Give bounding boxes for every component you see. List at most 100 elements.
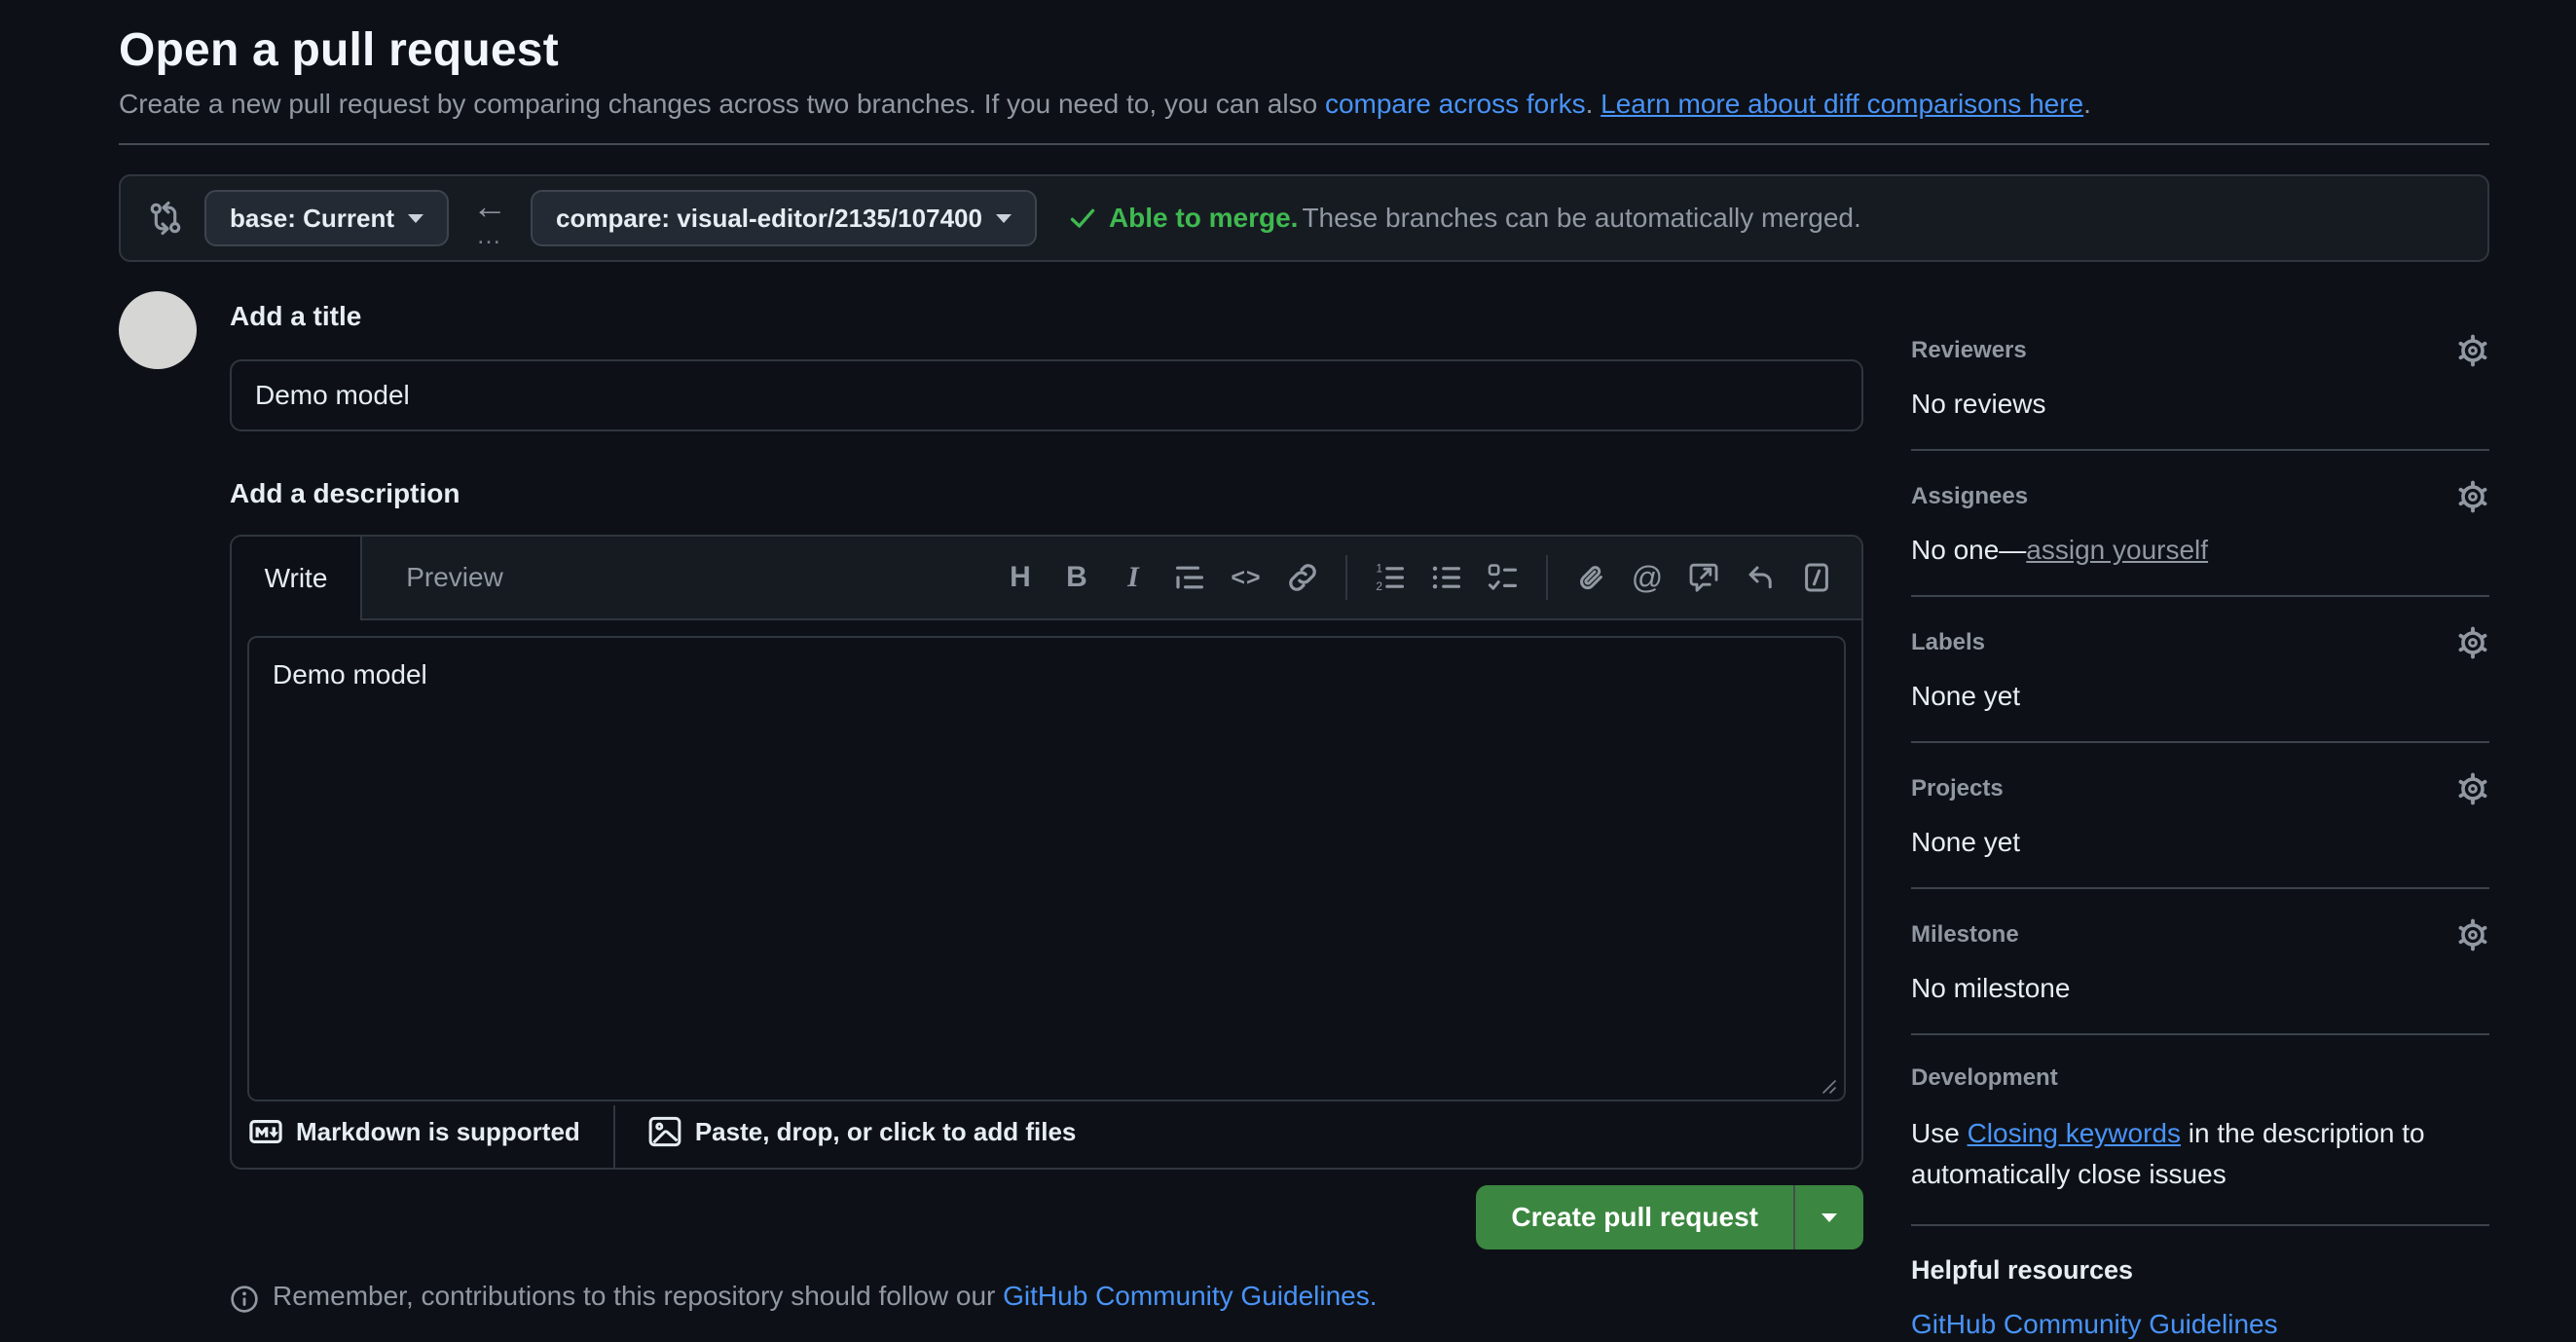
- community-guidelines-link[interactable]: GitHub Community Guidelines: [1003, 1281, 1370, 1311]
- form-actions: Create pull request: [230, 1185, 1863, 1249]
- tab-preview[interactable]: Preview: [362, 537, 547, 618]
- mention-icon[interactable]: @: [1622, 552, 1673, 603]
- development-label: Development: [1911, 1064, 2058, 1092]
- base-branch-selector[interactable]: base: Current: [204, 190, 449, 246]
- toolbar-separator: [1546, 555, 1548, 600]
- helpful-guidelines-link[interactable]: GitHub Community Guidelines: [1911, 1309, 2489, 1340]
- helpful-resources-section: Helpful resources GitHub Community Guide…: [1911, 1255, 2489, 1342]
- compare-branch-selector[interactable]: compare: visual-editor/2135/107400: [531, 190, 1037, 246]
- markdown-supported-label: Markdown is supported: [296, 1117, 580, 1147]
- ellipsis-icon: …: [476, 222, 503, 247]
- title-input[interactable]: [230, 359, 1863, 431]
- subtitle-separator: .: [1586, 89, 1601, 119]
- labels-label: Labels: [1911, 629, 1985, 656]
- projects-label: Projects: [1911, 775, 2004, 802]
- title-label: Add a title: [230, 301, 1863, 332]
- image-icon: [648, 1115, 681, 1148]
- compare-across-forks-link[interactable]: compare across forks: [1325, 89, 1586, 119]
- assignees-section: Assignees No one—assign yourself: [1911, 480, 2489, 597]
- milestone-label: Milestone: [1911, 921, 2019, 949]
- chevron-down-icon: [996, 214, 1012, 223]
- subtitle-text: Create a new pull request by comparing c…: [119, 89, 1325, 119]
- git-compare-icon: [148, 201, 183, 236]
- projects-value: None yet: [1911, 827, 2489, 858]
- markdown-editor: Write Preview H B I: [230, 535, 1863, 1170]
- reviewers-section: Reviewers No reviews: [1911, 334, 2489, 451]
- heading-icon[interactable]: H: [995, 552, 1046, 603]
- resize-grip-icon[interactable]: [1819, 1076, 1838, 1096]
- gear-icon[interactable]: [2456, 626, 2489, 659]
- reply-icon[interactable]: [1735, 552, 1785, 603]
- link-icon[interactable]: [1277, 552, 1328, 603]
- info-icon: [230, 1285, 259, 1314]
- projects-section: Projects None yet: [1911, 772, 2489, 889]
- labels-section: Labels None yet: [1911, 626, 2489, 743]
- gear-icon[interactable]: [2456, 334, 2489, 367]
- editor-body: Demo model: [232, 620, 1861, 1101]
- create-pull-request-button[interactable]: Create pull request: [1476, 1185, 1793, 1249]
- task-list-icon[interactable]: [1478, 552, 1528, 603]
- bulleted-list-icon[interactable]: [1421, 552, 1472, 603]
- development-section: Development Use Closing keywords in the …: [1911, 1064, 2489, 1226]
- reviewers-value: No reviews: [1911, 389, 2489, 420]
- assignees-value: No one—: [1911, 535, 2026, 565]
- assign-yourself-link[interactable]: assign yourself: [2026, 535, 2208, 565]
- note-text: Remember, contributions to this reposito…: [273, 1281, 1003, 1311]
- merge-status-ok: Able to merge.: [1109, 203, 1298, 233]
- svg-text:1: 1: [1376, 562, 1382, 575]
- toolbar-separator: [1345, 555, 1347, 600]
- tab-write[interactable]: Write: [232, 537, 362, 620]
- markdown-supported[interactable]: Markdown is supported: [249, 1115, 580, 1148]
- file-attach-area[interactable]: Paste, drop, or click to add files: [648, 1115, 1077, 1148]
- branch-compare-bar: base: Current ← … compare: visual-editor…: [119, 174, 2489, 262]
- attach-file-icon[interactable]: [1565, 552, 1616, 603]
- footer-separator: [613, 1105, 615, 1168]
- description-label: Add a description: [230, 478, 1863, 509]
- chevron-down-icon: [408, 214, 423, 223]
- compare-direction: ← …: [472, 189, 507, 247]
- base-branch-label: base: Current: [230, 204, 394, 234]
- create-pr-dropdown-button[interactable]: [1795, 1185, 1863, 1249]
- editor-header: Write Preview H B I: [232, 537, 1861, 620]
- merge-status-detail: These branches can be automatically merg…: [1302, 203, 1860, 233]
- chevron-down-icon: [1822, 1213, 1837, 1222]
- editor-footer: Markdown is supported Paste, drop, or cl…: [232, 1101, 1861, 1168]
- pr-form: Add a title Add a description Write Prev…: [230, 289, 1863, 1314]
- header-divider: [119, 143, 2489, 145]
- page-title: Open a pull request: [119, 23, 2489, 77]
- gear-icon[interactable]: [2456, 480, 2489, 513]
- check-icon: [1068, 204, 1097, 233]
- cross-reference-icon[interactable]: [1678, 552, 1729, 603]
- create-pr-split-button: Create pull request: [1476, 1185, 1863, 1249]
- user-avatar: [119, 291, 197, 369]
- pr-sidebar: Reviewers No reviews Assignees No one—as…: [1911, 334, 2489, 1342]
- labels-value: None yet: [1911, 681, 2489, 712]
- open-pull-request-page: Open a pull request Create a new pull re…: [119, 0, 2489, 1342]
- description-textarea[interactable]: Demo model: [247, 636, 1846, 1101]
- note-period: .: [1370, 1281, 1378, 1311]
- left-arrow-icon: ←: [472, 189, 507, 224]
- numbered-list-icon[interactable]: 1 2: [1365, 552, 1416, 603]
- gear-icon[interactable]: [2456, 918, 2489, 951]
- code-icon[interactable]: <>: [1221, 552, 1271, 603]
- editor-toolbar: H B I <>: [547, 537, 1861, 618]
- compare-branch-label: compare: visual-editor/2135/107400: [556, 204, 982, 234]
- assignees-label: Assignees: [1911, 483, 2028, 510]
- bold-icon[interactable]: B: [1051, 552, 1102, 603]
- diff-comparisons-link[interactable]: Learn more about diff comparisons here: [1601, 89, 2083, 119]
- svg-text:2: 2: [1376, 579, 1382, 593]
- reviewers-label: Reviewers: [1911, 337, 2027, 364]
- development-text: Use: [1911, 1118, 1968, 1148]
- paste-drop-label: Paste, drop, or click to add files: [695, 1117, 1077, 1147]
- subtitle-period: .: [2083, 89, 2091, 119]
- gear-icon[interactable]: [2456, 772, 2489, 805]
- slash-commands-icon[interactable]: [1791, 552, 1842, 603]
- page-subtitle: Create a new pull request by comparing c…: [119, 89, 2489, 120]
- markdown-icon: [249, 1115, 282, 1148]
- italic-icon[interactable]: I: [1108, 552, 1159, 603]
- quote-icon[interactable]: [1164, 552, 1215, 603]
- milestone-section: Milestone No milestone: [1911, 918, 2489, 1035]
- closing-keywords-link[interactable]: Closing keywords: [1968, 1118, 2181, 1148]
- merge-status: Able to merge.These branches can be auto…: [1068, 203, 1861, 234]
- helpful-resources-label: Helpful resources: [1911, 1255, 2133, 1286]
